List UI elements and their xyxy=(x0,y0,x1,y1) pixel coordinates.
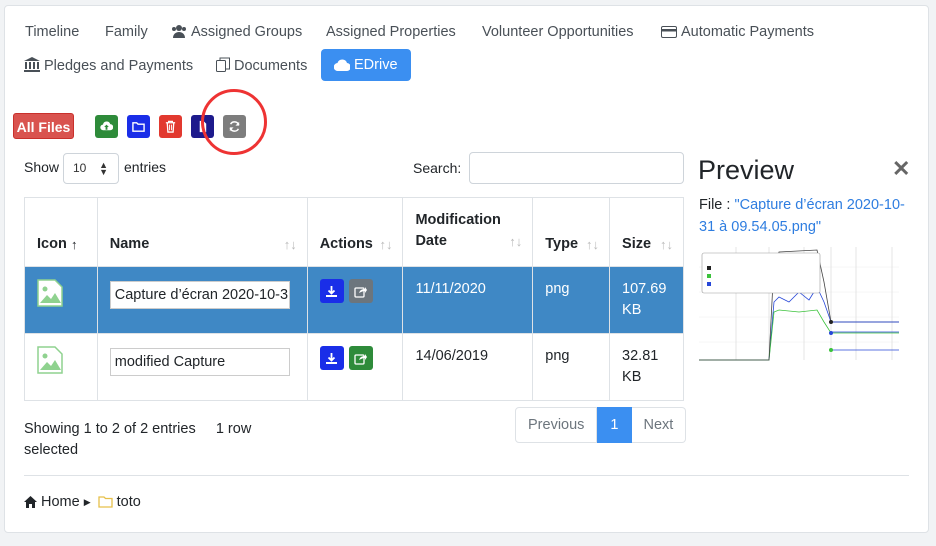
image-file-icon xyxy=(37,279,63,307)
name-cell: Capture d’écran 2020-10-31 à 09.54.05.pn… xyxy=(96,266,308,334)
pagination: Previous 1 Next xyxy=(515,407,687,443)
tab-label: Automatic Payments xyxy=(681,24,814,40)
file-name-input[interactable]: Capture d’écran 2020-10-31 à 09.54.05.pn… xyxy=(109,281,290,309)
users-icon xyxy=(172,25,186,38)
folder-icon xyxy=(132,122,145,132)
show-label: Show xyxy=(24,159,60,175)
column-header-actions[interactable]: Actions ↑↓ xyxy=(306,197,404,267)
column-title: Actions xyxy=(319,236,373,252)
home-icon xyxy=(24,496,37,508)
column-title: Modification Date xyxy=(415,212,501,249)
column-header-name[interactable]: Name ↑↓ xyxy=(96,197,308,267)
type-cell: png xyxy=(532,266,611,334)
bank-icon xyxy=(24,57,40,72)
column-header-modification-date[interactable]: Modification Date ↑↓ xyxy=(402,197,534,267)
sort-icon: ↑↓ xyxy=(283,237,297,252)
column-header-type[interactable]: Type ↑↓ xyxy=(532,197,611,267)
tab-volunteer-opportunities[interactable]: Volunteer Opportunities xyxy=(482,22,634,42)
sort-icon: ↑↓ xyxy=(586,237,600,252)
table-info: Showing 1 to 2 of 2 entries 1 row select… xyxy=(24,421,256,458)
date-cell: 14/06/2019 xyxy=(402,333,534,401)
caret-right-icon: ▶ xyxy=(83,496,91,507)
tab-automatic-payments[interactable]: Automatic Payments xyxy=(661,22,814,42)
tab-pledges-and-payments[interactable]: Pledges and Payments xyxy=(24,56,193,76)
delete-button[interactable] xyxy=(159,115,182,138)
icon-cell xyxy=(24,333,98,401)
share-button[interactable] xyxy=(348,279,373,303)
search-label: Search: xyxy=(413,160,462,176)
file-label: File : xyxy=(699,197,735,213)
entries-select[interactable]: 10 ▲ ▼ xyxy=(63,153,119,184)
breadcrumb: Home ▶ toto xyxy=(24,494,141,510)
tab-documents[interactable]: Documents xyxy=(216,56,307,76)
file-name-input[interactable]: modified Capture xyxy=(109,348,290,376)
download-button[interactable] xyxy=(319,279,344,303)
actions-cell xyxy=(306,333,404,401)
tab-label: Assigned Groups xyxy=(191,24,303,40)
new-folder-button[interactable] xyxy=(127,115,150,138)
column-header-size[interactable]: Size ↑↓ xyxy=(609,197,684,267)
download-button[interactable] xyxy=(319,346,344,370)
files-table: Icon ↑ Name ↑↓ Actions ↑↓ Modification Date… xyxy=(24,197,684,401)
search-input[interactable] xyxy=(469,152,684,184)
tab-timeline[interactable]: Timeline xyxy=(25,22,79,42)
tab-edrive[interactable]: EDrive xyxy=(321,49,411,81)
icon-cell xyxy=(24,266,98,334)
name-cell: modified Capture xyxy=(96,333,308,401)
share-icon xyxy=(354,286,368,298)
size-cell: 107.69 KB xyxy=(609,266,684,334)
tab-family[interactable]: Family xyxy=(105,22,148,42)
next-page-button[interactable]: Next xyxy=(631,407,687,443)
type-cell: png xyxy=(532,333,611,401)
page-1-button[interactable]: 1 xyxy=(597,407,632,443)
image-file-icon xyxy=(37,346,63,374)
upload-cloud-icon xyxy=(100,121,113,131)
column-header-icon[interactable]: Icon ↑ xyxy=(24,197,98,267)
entries-label: entries xyxy=(124,159,167,175)
all-files-button[interactable]: All Files xyxy=(13,113,74,139)
column-title: Name xyxy=(109,236,150,252)
date-cell: 11/11/2020 xyxy=(402,266,534,334)
select-arrows-icon: ▲ ▼ xyxy=(99,160,108,177)
copy-icon xyxy=(216,57,230,72)
folder-icon xyxy=(97,496,113,508)
tab-label: Pledges and Payments xyxy=(44,58,194,74)
table-row[interactable]: modified Capture 14/06/2019 png 32.81 KB xyxy=(24,333,684,401)
tab-assigned-groups[interactable]: Assigned Groups xyxy=(171,22,302,42)
size-cell: 32.81 KB xyxy=(609,333,684,401)
close-icon[interactable]: ✕ xyxy=(892,156,910,182)
preview-title: Preview xyxy=(698,155,795,185)
trash-icon xyxy=(165,120,176,133)
sort-icon: ↑↓ xyxy=(660,237,673,252)
divider xyxy=(24,475,909,476)
preview-thumbnail xyxy=(699,242,907,372)
tab-label: EDrive xyxy=(354,57,398,73)
sort-icon: ↑↓ xyxy=(509,234,523,249)
highlight-circle xyxy=(201,89,267,155)
credit-card-icon xyxy=(661,26,677,38)
actions-cell xyxy=(306,266,404,334)
share-icon xyxy=(354,353,368,365)
column-title: Icon xyxy=(37,236,67,252)
entries-value: 10 xyxy=(73,161,87,175)
upload-button[interactable] xyxy=(95,115,118,138)
cloud-icon xyxy=(333,59,351,72)
preview-file: File : "Capture d’écran 2020-10-31 à 09.… xyxy=(699,194,914,238)
breadcrumb-home[interactable]: Home xyxy=(41,494,80,510)
table-row[interactable]: Capture d’écran 2020-10-31 à 09.54.05.pn… xyxy=(24,266,684,334)
tab-assigned-properties[interactable]: Assigned Properties xyxy=(326,22,456,42)
previous-page-button[interactable]: Previous xyxy=(515,407,598,443)
column-title: Type xyxy=(545,236,579,252)
share-button[interactable] xyxy=(348,346,373,370)
download-icon xyxy=(326,285,338,297)
download-icon xyxy=(326,352,338,364)
breadcrumb-folder[interactable]: toto xyxy=(117,494,141,510)
tab-label: Documents xyxy=(234,58,308,74)
sort-asc-icon: ↑ xyxy=(71,237,78,252)
column-title: Size xyxy=(622,236,652,252)
sort-icon: ↑↓ xyxy=(379,237,393,252)
